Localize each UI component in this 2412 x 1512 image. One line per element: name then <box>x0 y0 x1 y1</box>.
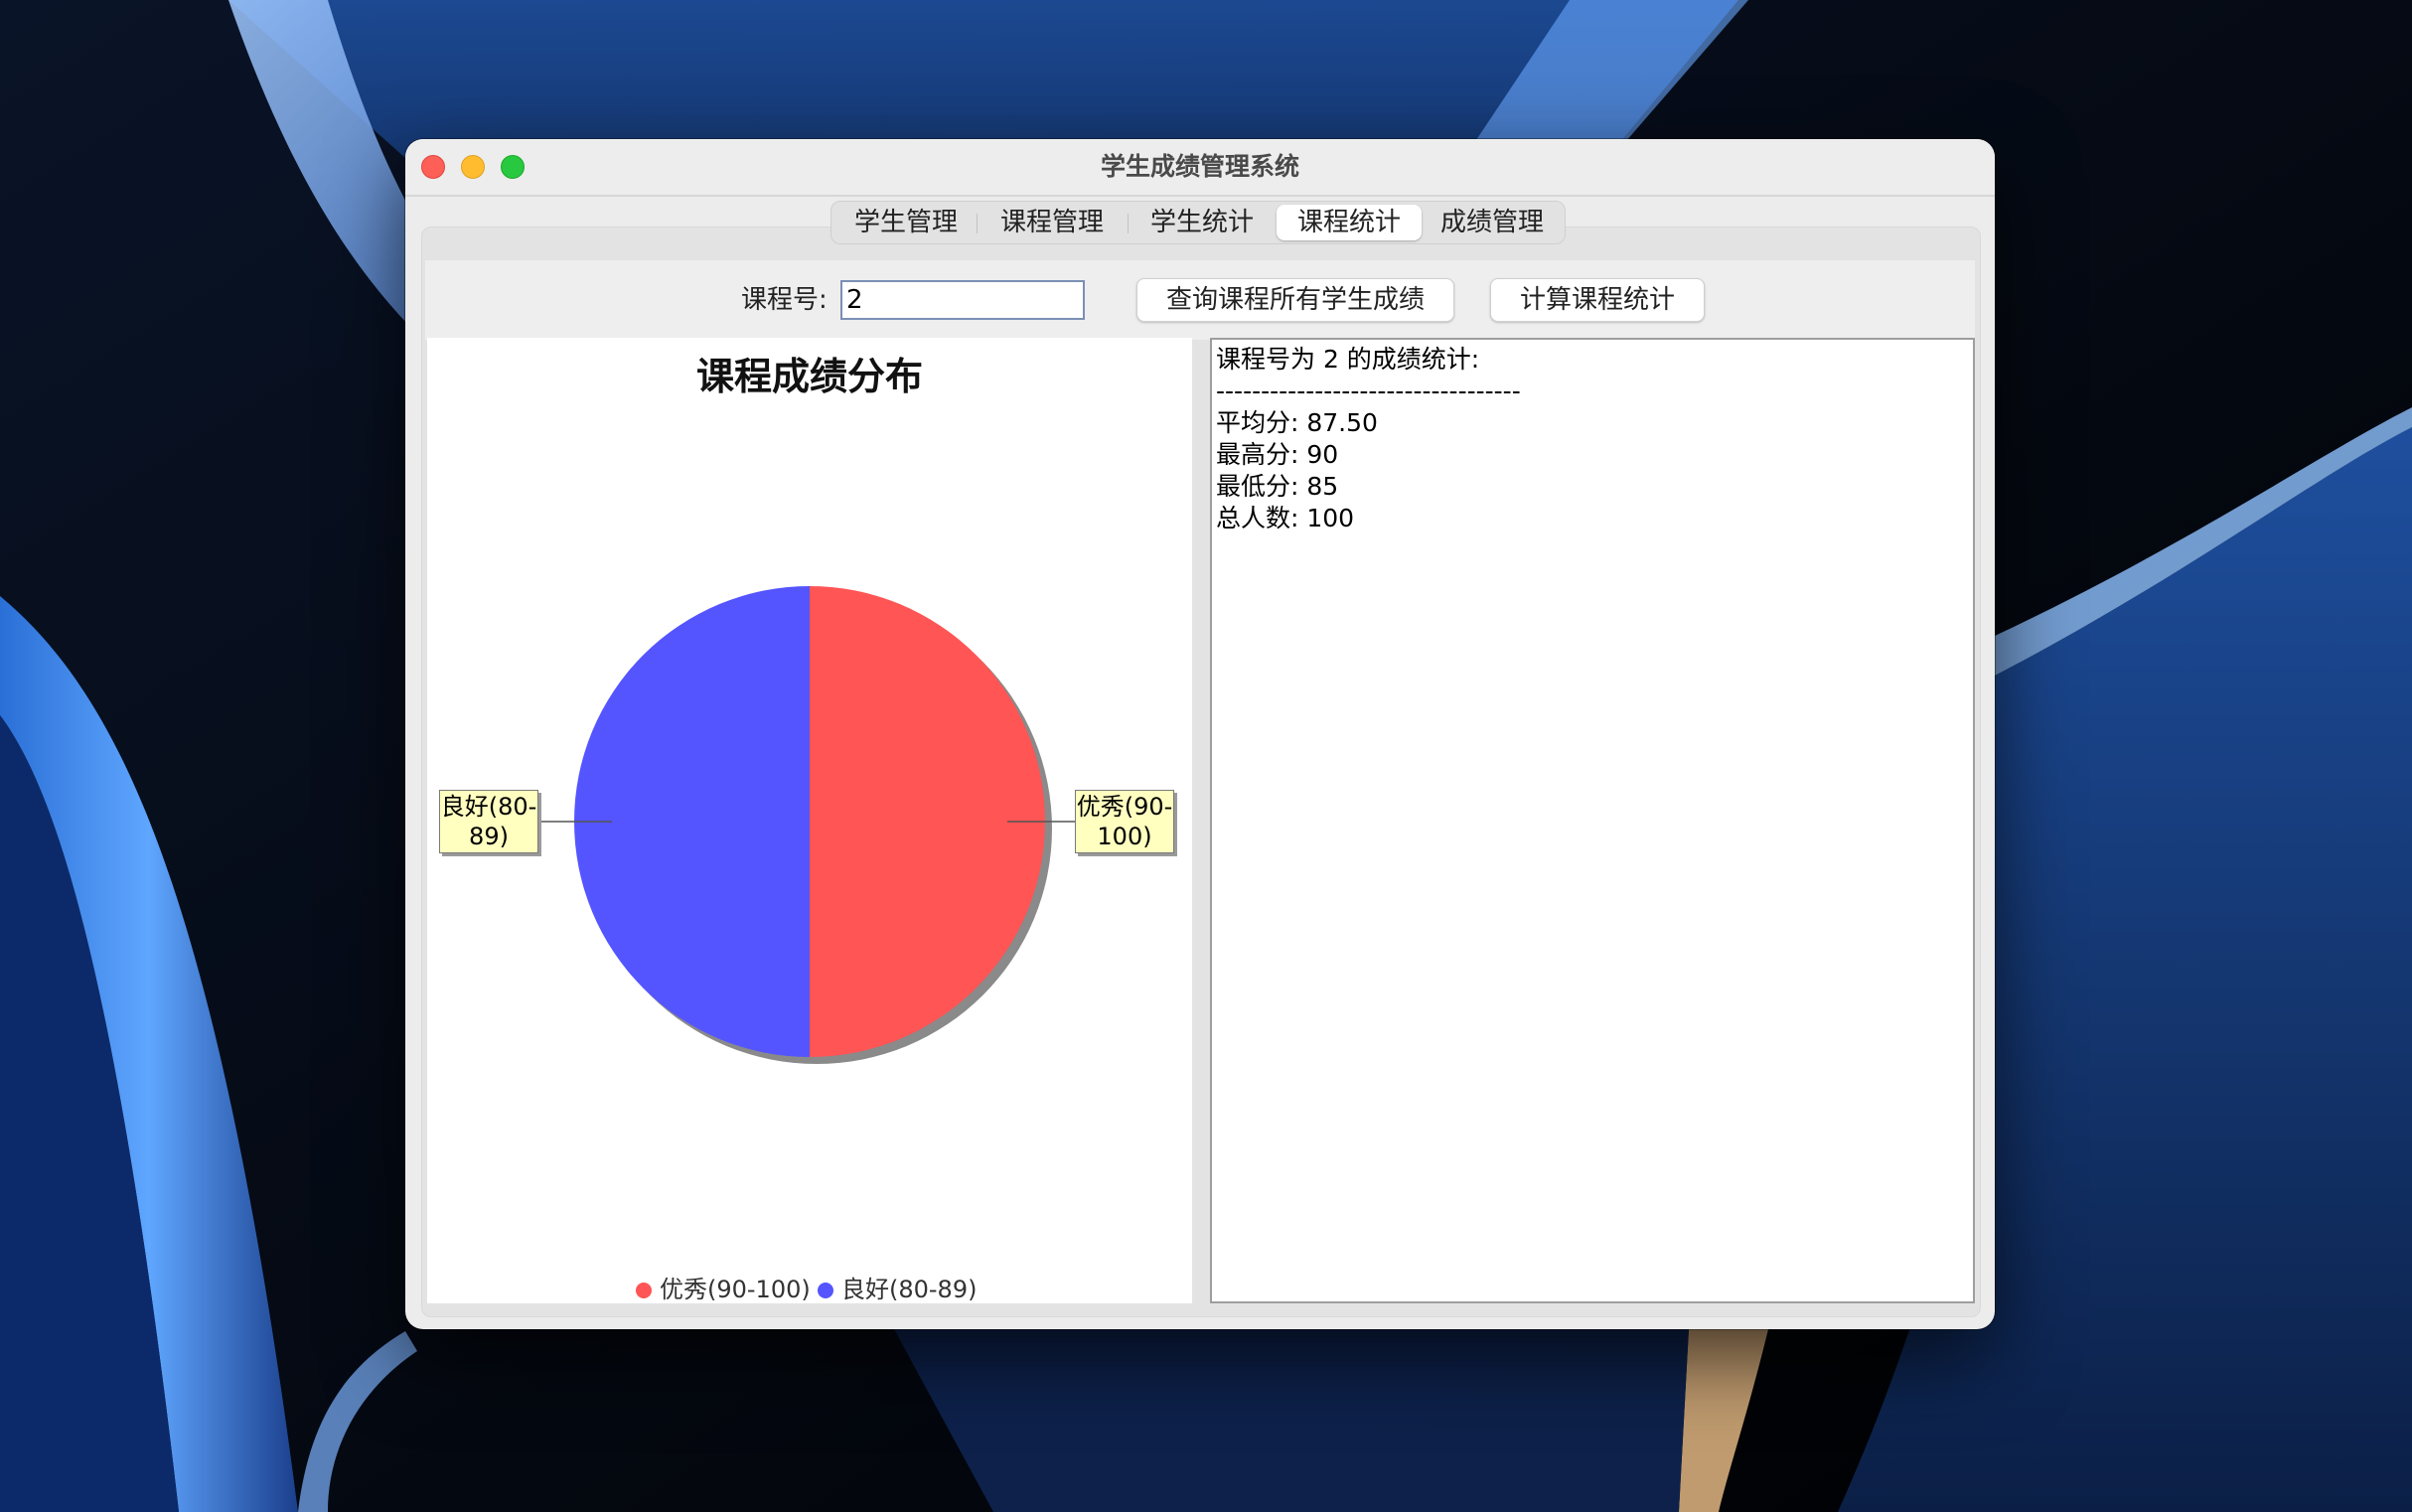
tab-course-statistics[interactable]: 课程统计 <box>1277 205 1422 240</box>
callout-text: 良好(80- <box>440 793 537 821</box>
stats-line: 最低分: 85 <box>1216 472 1339 501</box>
query-course-grades-button[interactable]: 查询课程所有学生成绩 <box>1136 278 1454 322</box>
stats-line: 平均分: 87.50 <box>1216 408 1378 437</box>
course-id-label: 课程号: <box>741 285 828 315</box>
title-bar: 学生成绩管理系统 <box>405 139 1995 197</box>
legend-swatch <box>818 1283 833 1298</box>
course-id-input[interactable] <box>840 280 1085 320</box>
tab-bar: 学生管理 课程管理 学生统计 课程统计 成绩管理 <box>830 201 1566 244</box>
query-toolbar: 课程号: 查询课程所有学生成绩 计算课程统计 <box>425 260 1975 340</box>
stats-line: 最高分: 90 <box>1216 440 1339 469</box>
pie-chart-panel: 课程成绩分布 优秀(90- 100) 良好(80- 89) 优秀(90-100) 良好(… <box>427 338 1192 1303</box>
tab-student-statistics[interactable]: 学生统计 <box>1131 202 1273 243</box>
tab-separator <box>1128 214 1129 233</box>
statistics-text-area[interactable]: 课程号为 2 的成绩统计: ---------------------------… <box>1210 338 1975 1303</box>
legend-label: 良好(80-89) <box>841 1276 978 1303</box>
slice-callout-label: 优秀(90- 100) <box>1075 790 1174 853</box>
legend-label: 优秀(90-100) <box>660 1276 811 1303</box>
calculate-course-stats-button[interactable]: 计算课程统计 <box>1490 278 1705 322</box>
window-title: 学生成绩管理系统 <box>1100 152 1299 181</box>
callout-text: 89) <box>469 823 509 850</box>
legend-item: 优秀(90-100) <box>636 1270 811 1304</box>
tab-grade-management[interactable]: 成绩管理 <box>1426 202 1559 243</box>
legend-item: 良好(80-89) <box>818 1270 977 1304</box>
app-window: 学生成绩管理系统 学生管理 课程管理 学生统计 课程统计 成绩管理 课程号: 查… <box>405 139 1995 1329</box>
stats-line: ---------------------------------- <box>1216 377 1521 405</box>
stats-line: 课程号为 2 的成绩统计: <box>1216 345 1480 374</box>
tab-separator <box>977 214 978 233</box>
tab-student-management[interactable]: 学生管理 <box>839 202 973 243</box>
slice-callout-label: 良好(80- 89) <box>439 790 538 853</box>
tab-course-management[interactable]: 课程管理 <box>980 202 1124 243</box>
legend-swatch <box>636 1283 652 1298</box>
callout-text: 100) <box>1097 823 1152 850</box>
callout-text: 优秀(90- <box>1076 793 1173 821</box>
stats-line: 总人数: 100 <box>1216 504 1355 532</box>
